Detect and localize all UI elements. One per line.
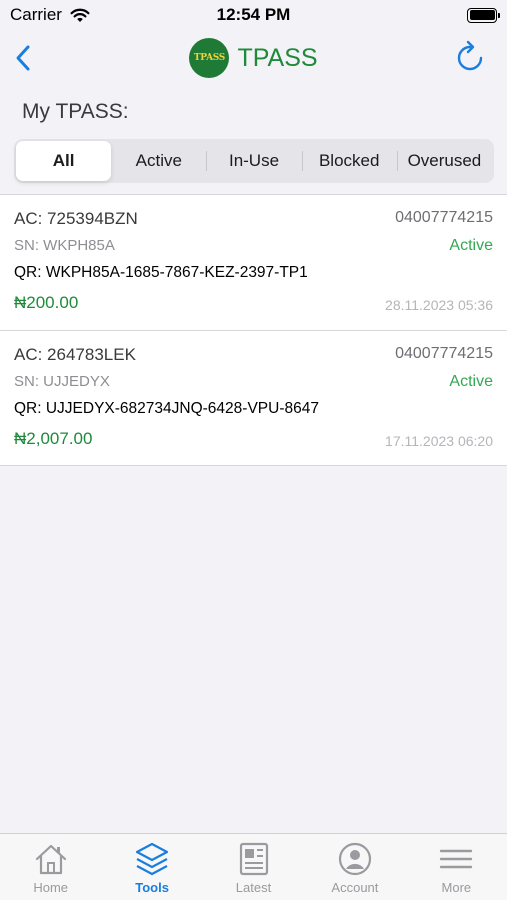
serial-number: SN: WKPH85A <box>14 237 115 254</box>
menu-icon <box>440 849 473 869</box>
tab-bar: Home Tools Latest Account More <box>0 833 507 900</box>
page-title: TPASS <box>237 43 318 72</box>
qr-code-text: QR: WKPH85A-1685-7867-KEZ-2397-TP1 <box>14 264 308 281</box>
wifi-icon <box>70 8 90 22</box>
tab-latest-label: Latest <box>235 880 272 895</box>
timestamp: 17.11.2023 06:20 <box>385 433 493 449</box>
refresh-button[interactable] <box>455 40 487 74</box>
tab-tools[interactable]: Tools <box>101 834 202 900</box>
tab-account-label: Account <box>331 880 379 895</box>
segment-blocked[interactable]: Blocked <box>301 141 397 181</box>
status-left: Carrier <box>10 5 90 25</box>
tab-account[interactable]: Account <box>304 834 405 900</box>
amount: ₦2,007.00 <box>14 429 93 448</box>
section-title: My TPASS: <box>22 100 129 123</box>
segment-in-use[interactable]: In-Use <box>206 141 301 181</box>
brand: TPASS TPASS <box>189 38 318 78</box>
amount: ₦200.00 <box>14 293 79 312</box>
account-code: AC: 264783LEK <box>14 345 136 364</box>
status-bar: Carrier 12:54 PM <box>0 0 507 30</box>
tab-tools-label: Tools <box>135 880 169 895</box>
account-icon <box>338 842 372 876</box>
account-code: AC: 725394BZN <box>14 209 138 228</box>
news-icon <box>239 842 268 876</box>
segment-all[interactable]: All <box>16 141 112 181</box>
tab-home-label: Home <box>33 880 69 895</box>
tab-latest[interactable]: Latest <box>203 834 304 900</box>
navigation-bar: TPASS TPASS <box>0 30 507 86</box>
phone-number: 04007774215 <box>395 345 493 362</box>
filter-segmented-control: All Active In-Use Blocked Overused <box>14 139 494 183</box>
segment-overused[interactable]: Overused <box>396 141 492 181</box>
list-item[interactable]: AC: 725394BZN 04007774215 SN: WKPH85A Ac… <box>0 195 507 330</box>
serial-number: SN: UJJEDYX <box>14 373 110 390</box>
status-badge: Active <box>449 237 493 254</box>
carrier-label: Carrier <box>10 5 62 24</box>
layers-icon <box>136 842 169 876</box>
tab-more-label: More <box>441 880 472 895</box>
timestamp: 28.11.2023 05:36 <box>385 297 493 313</box>
status-badge: Active <box>449 373 493 390</box>
segment-active[interactable]: Active <box>111 141 206 181</box>
tab-home[interactable]: Home <box>0 834 101 900</box>
home-icon <box>35 844 66 875</box>
back-button[interactable] <box>10 42 38 74</box>
battery-icon <box>467 7 500 23</box>
phone-number: 04007774215 <box>395 209 493 226</box>
list-item[interactable]: AC: 264783LEK 04007774215 SN: UJJEDYX Ac… <box>0 330 507 465</box>
tab-more[interactable]: More <box>406 834 507 900</box>
tpass-list: AC: 725394BZN 04007774215 SN: WKPH85A Ac… <box>0 194 507 466</box>
qr-code-text: QR: UJJEDYX-682734JNQ-6428-VPU-8647 <box>14 400 319 417</box>
tpass-logo: TPASS <box>189 38 230 78</box>
